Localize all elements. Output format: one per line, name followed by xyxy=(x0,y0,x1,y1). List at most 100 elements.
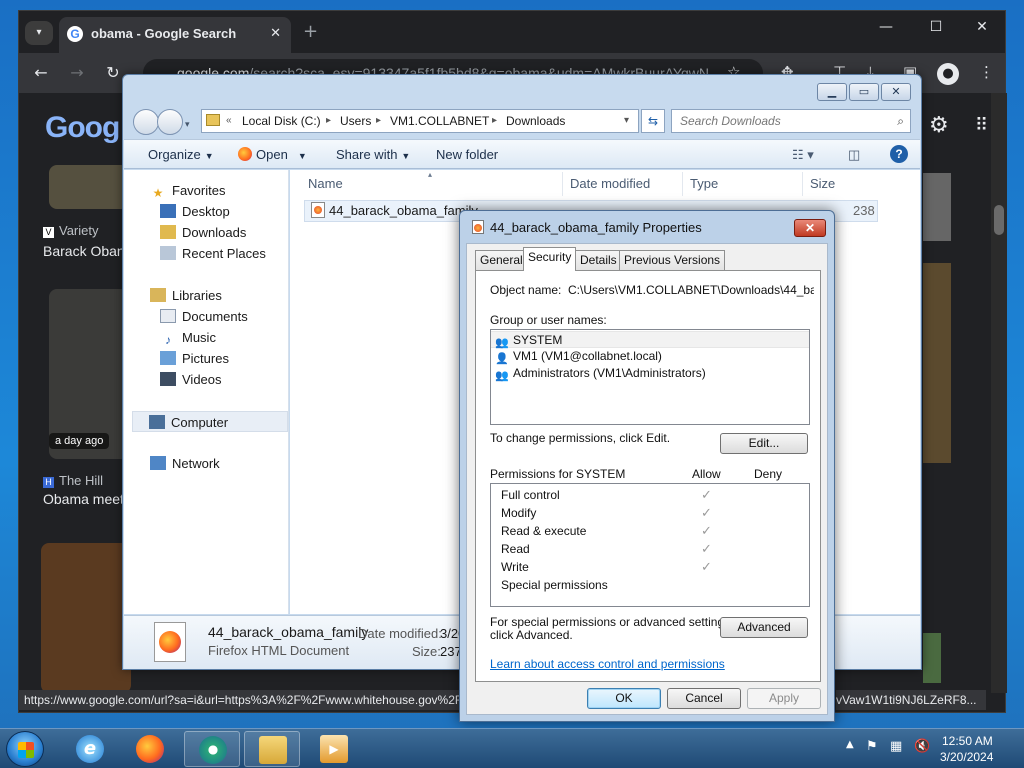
new-folder-button[interactable]: New folder xyxy=(436,147,498,162)
google-favicon-icon: G xyxy=(67,26,83,42)
star-icon: ★ xyxy=(152,186,164,200)
taskbar-explorer[interactable] xyxy=(244,731,300,767)
image-thumbnail[interactable] xyxy=(923,633,941,683)
breadcrumb-vm1[interactable]: VM1.COLLABNET xyxy=(390,110,489,132)
explorer-minimize-icon[interactable]: ▁ xyxy=(817,83,847,101)
image-thumbnail[interactable] xyxy=(923,263,951,463)
network-tray-icon[interactable]: ▦ xyxy=(890,739,902,754)
breadcrumb-separator-icon[interactable]: ▸ xyxy=(326,110,331,132)
nav-libraries[interactable]: Libraries xyxy=(150,285,222,306)
column-divider[interactable] xyxy=(562,172,563,196)
user-row-vm1[interactable]: 👤 VM1 (VM1@collabnet.local) xyxy=(491,348,809,365)
nav-desktop[interactable]: Desktop xyxy=(160,201,230,222)
apps-grid-icon[interactable]: ⠿ xyxy=(975,115,988,136)
news-thumbnail[interactable] xyxy=(41,543,131,693)
nav-documents[interactable]: Documents xyxy=(160,306,248,327)
google-doodle-logo[interactable]: Goog xyxy=(45,111,120,145)
learn-access-control-link[interactable]: Learn about access control and permissio… xyxy=(490,657,725,671)
help-icon[interactable]: ? xyxy=(890,145,908,163)
advanced-button[interactable]: Advanced xyxy=(720,617,808,638)
settings-gear-icon[interactable]: ⚙ xyxy=(929,113,949,138)
action-center-flag-icon[interactable]: ⚑ xyxy=(866,739,878,754)
nav-downloads[interactable]: Downloads xyxy=(160,222,246,243)
column-header-name[interactable]: Name xyxy=(308,176,343,191)
explorer-address-bar[interactable]: « Local Disk (C:) ▸ Users ▸ VM1.COLLABNE… xyxy=(201,109,639,133)
nav-computer[interactable]: Computer xyxy=(132,411,288,432)
minimize-icon[interactable]: — xyxy=(871,19,901,35)
sort-ascending-icon: ▴ xyxy=(428,170,433,179)
taskbar-chrome[interactable] xyxy=(184,731,240,767)
explorer-close-icon[interactable]: ✕ xyxy=(881,83,911,101)
nav-videos[interactable]: Videos xyxy=(160,369,222,390)
breadcrumb-overflow-icon[interactable]: « xyxy=(226,110,232,132)
new-tab-plus-icon[interactable]: + xyxy=(303,21,318,42)
column-divider[interactable] xyxy=(682,172,683,196)
user-row-system[interactable]: 👥 SYSTEM xyxy=(491,331,809,349)
nav-music[interactable]: ♪ Music xyxy=(160,327,216,348)
volume-muted-icon[interactable]: 🔇 xyxy=(914,739,930,754)
change-view-icon[interactable]: ☷ ▾ xyxy=(792,147,814,163)
nav-network[interactable]: Network xyxy=(150,453,220,474)
tab-security[interactable]: Security xyxy=(523,247,577,271)
media-player-icon: ▶ xyxy=(320,735,348,763)
explorer-back-icon[interactable] xyxy=(133,109,159,135)
taskbar-media-player[interactable]: ▶ xyxy=(306,731,362,767)
tab-search-chevron-icon[interactable]: ▾ xyxy=(25,21,53,45)
chrome-menu-icon[interactable]: ⋮ xyxy=(979,63,994,81)
breadcrumb-separator-icon[interactable]: ▸ xyxy=(376,110,381,132)
search-icon[interactable]: ⌕ xyxy=(897,110,904,132)
organize-menu[interactable]: Organize ▼ xyxy=(148,147,214,162)
show-hidden-icons-icon[interactable]: ▲ xyxy=(846,739,854,750)
group-user-list[interactable]: 👥 SYSTEM 👤 VM1 (VM1@collabnet.local) 👥 Admi… xyxy=(490,329,810,425)
open-menu[interactable]: Open ▼ xyxy=(238,147,307,162)
clock-date[interactable]: 3/20/2024 xyxy=(940,750,993,764)
preview-pane-icon[interactable]: ◫ xyxy=(848,147,860,163)
forward-arrow-icon[interactable]: → xyxy=(65,63,89,82)
share-with-menu[interactable]: Share with ▼ xyxy=(336,147,410,162)
breadcrumb-downloads[interactable]: Downloads xyxy=(506,110,565,132)
ok-button[interactable]: OK xyxy=(587,688,661,709)
refresh-icon[interactable]: ⇆ xyxy=(641,109,665,133)
news-thumbnail[interactable] xyxy=(49,165,129,209)
breadcrumb-separator-icon[interactable]: ▸ xyxy=(492,110,497,132)
news-title[interactable]: Barack Oban xyxy=(43,243,125,259)
search-downloads-input[interactable]: Search Downloads ⌕ xyxy=(671,109,911,133)
taskbar-internet-explorer[interactable]: e xyxy=(62,731,118,767)
tab-details[interactable]: Details xyxy=(575,250,622,270)
breadcrumb-local-disk[interactable]: Local Disk (C:) xyxy=(242,110,321,132)
apply-button[interactable]: Apply xyxy=(747,688,821,709)
object-name-value: C:\Users\VM1.COLLABNET\Downloads\44_bara… xyxy=(568,283,814,297)
address-dropdown-icon[interactable]: ▾ xyxy=(624,110,629,132)
taskbar-firefox[interactable] xyxy=(122,731,178,767)
tab-general[interactable]: General xyxy=(475,250,528,270)
user-row-administrators[interactable]: 👥 Administrators (VM1\Administrators) xyxy=(491,365,809,382)
nav-pictures[interactable]: Pictures xyxy=(160,348,229,369)
maximize-icon[interactable]: ☐ xyxy=(921,19,951,35)
tab-previous-versions[interactable]: Previous Versions xyxy=(619,250,726,270)
column-header-date-modified[interactable]: Date modified xyxy=(570,176,650,191)
image-thumbnail[interactable] xyxy=(923,173,951,241)
dialog-close-icon[interactable]: ✕ xyxy=(794,219,826,237)
permissions-list[interactable]: Full control ✓ Modify ✓ Read & execute ✓ Re… xyxy=(490,483,810,607)
back-arrow-icon[interactable]: ← xyxy=(29,63,53,82)
nav-favorites[interactable]: ★ Favorites xyxy=(150,180,226,201)
nav-recent-places[interactable]: Recent Places xyxy=(160,243,266,264)
page-scrollbar[interactable] xyxy=(991,93,1007,693)
clock-time[interactable]: 12:50 AM xyxy=(942,734,993,748)
edit-button[interactable]: Edit... xyxy=(720,433,808,454)
profile-avatar-icon[interactable]: ● xyxy=(937,63,959,85)
explorer-forward-icon[interactable] xyxy=(157,109,183,135)
column-divider[interactable] xyxy=(802,172,803,196)
chrome-tab-active[interactable]: G obama - Google Search ✕ xyxy=(59,17,291,53)
close-tab-icon[interactable]: ✕ xyxy=(270,25,281,41)
cancel-button[interactable]: Cancel xyxy=(667,688,741,709)
close-window-icon[interactable]: ✕ xyxy=(967,19,997,35)
recent-pages-chevron-icon[interactable]: ▾ xyxy=(185,120,190,130)
scrollbar-thumb[interactable] xyxy=(994,205,1004,235)
start-button-icon[interactable] xyxy=(6,731,44,767)
column-header-size[interactable]: Size xyxy=(810,176,835,191)
breadcrumb-users[interactable]: Users xyxy=(340,110,371,132)
column-header-type[interactable]: Type xyxy=(690,176,718,191)
news-title[interactable]: Obama meet xyxy=(43,491,124,507)
explorer-maximize-icon[interactable]: ▭ xyxy=(849,83,879,101)
